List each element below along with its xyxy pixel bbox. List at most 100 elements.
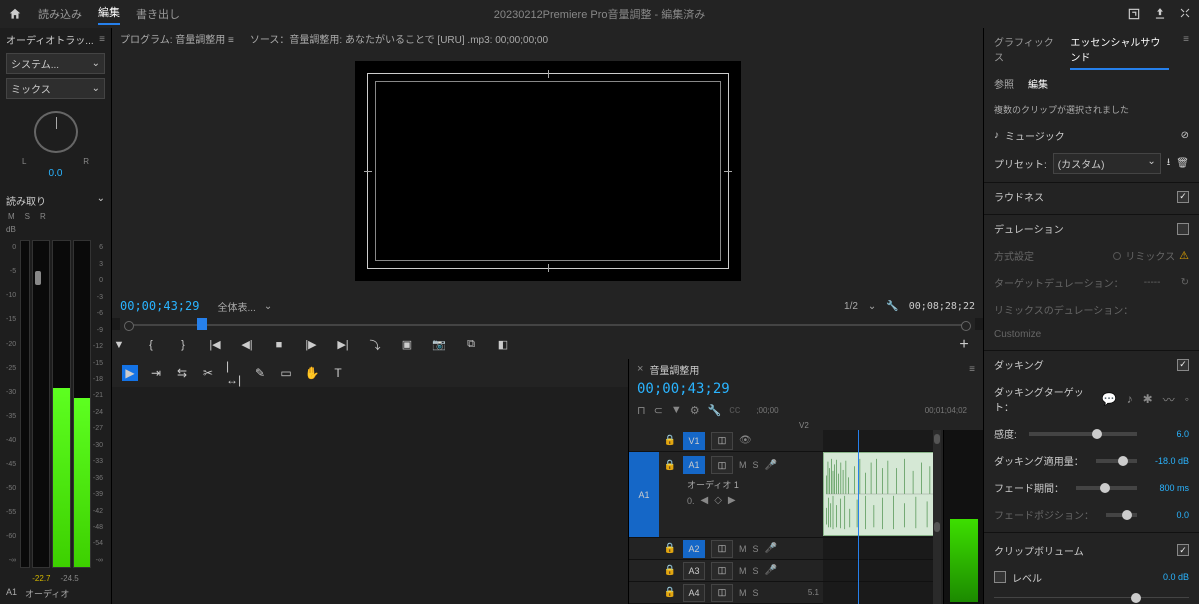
- keyframe-next-icon[interactable]: ▶: [728, 495, 736, 506]
- save-preset-icon[interactable]: ⭳: [1167, 155, 1171, 172]
- lock-icon[interactable]: 🔒: [663, 435, 677, 446]
- solo-button[interactable]: S: [753, 460, 759, 470]
- quick-export-icon[interactable]: [1127, 7, 1141, 21]
- track-audio-tab[interactable]: オーディオ: [25, 587, 69, 600]
- sensitivity-slider[interactable]: [1029, 432, 1137, 436]
- step-back-button[interactable]: ◀|: [240, 338, 254, 352]
- level-slider[interactable]: [994, 597, 1189, 599]
- ducking-section[interactable]: ダッキング: [994, 357, 1044, 372]
- timeline-playhead[interactable]: [858, 430, 859, 604]
- duck-music-icon[interactable]: ♪: [1127, 392, 1133, 406]
- audio-clip[interactable]: [823, 452, 941, 536]
- panel-menu-icon[interactable]: ≡: [99, 34, 105, 45]
- settings-icon[interactable]: ⚙: [690, 404, 700, 417]
- resolution-select[interactable]: 1/2: [844, 301, 858, 312]
- pan-value[interactable]: 0.0: [0, 168, 111, 179]
- step-fwd-button[interactable]: |▶: [304, 338, 318, 352]
- src-patch-a1[interactable]: A1: [629, 452, 659, 537]
- overwrite-button[interactable]: ▣: [400, 338, 414, 352]
- duck-dialogue-icon[interactable]: 💬: [1102, 392, 1117, 406]
- hand-tool[interactable]: ✋: [304, 365, 320, 381]
- duration-section[interactable]: デュレーション: [994, 221, 1064, 236]
- go-to-in-button[interactable]: |◀: [208, 338, 222, 352]
- comparison-button[interactable]: ⧉: [464, 338, 478, 352]
- snap-icon[interactable]: ⊓: [637, 404, 646, 417]
- selection-tool[interactable]: ▶: [122, 365, 138, 381]
- pan-knob[interactable]: [34, 111, 78, 153]
- timeline-timecode[interactable]: 00;00;43;29: [629, 379, 983, 399]
- duck-unassigned-icon[interactable]: ◦: [1185, 392, 1189, 406]
- record-button[interactable]: R: [40, 212, 46, 221]
- toggle-sync-icon[interactable]: ◫: [711, 456, 733, 474]
- toggle-output-icon[interactable]: ◫: [711, 432, 733, 450]
- level-checkbox[interactable]: [994, 571, 1006, 583]
- output-dropdown[interactable]: システム...⌄: [6, 53, 105, 74]
- project-panel[interactable]: [112, 387, 628, 604]
- solo-button[interactable]: S: [25, 212, 30, 221]
- loudness-section[interactable]: ラウドネス: [994, 189, 1044, 204]
- preset-select[interactable]: (カスタム)⌄: [1053, 153, 1161, 174]
- subtab-edit[interactable]: 編集: [1028, 76, 1048, 91]
- program-monitor[interactable]: [112, 48, 983, 294]
- keyframe-prev-icon[interactable]: ◀: [701, 495, 709, 506]
- loudness-checkbox[interactable]: [1177, 191, 1189, 203]
- eye-icon[interactable]: 👁: [739, 435, 752, 446]
- mute-button[interactable]: M: [8, 212, 15, 221]
- mix-dropdown[interactable]: ミックス⌄: [6, 78, 105, 99]
- rectangle-tool[interactable]: ▭: [278, 365, 294, 381]
- workspace-tab-export[interactable]: 書き出し: [136, 6, 180, 22]
- sensitivity-value[interactable]: 6.0: [1149, 429, 1189, 439]
- panel-menu-icon[interactable]: ≡: [1183, 34, 1189, 70]
- scrub-playhead[interactable]: [197, 318, 207, 330]
- linked-selection-icon[interactable]: ⊂: [654, 404, 663, 417]
- lock-icon[interactable]: 🔒: [663, 460, 677, 471]
- track-target-a1[interactable]: A1: [683, 456, 705, 474]
- duck-ambience-icon[interactable]: 〰: [1163, 391, 1175, 408]
- automation-mode[interactable]: 読み取り: [6, 193, 46, 208]
- clip-volume-section[interactable]: クリップボリューム: [994, 543, 1084, 558]
- tab-essential-sound[interactable]: エッセンシャルサウンド: [1070, 34, 1169, 70]
- caption-icon[interactable]: cc: [729, 404, 740, 416]
- track-target-a4[interactable]: A4: [683, 584, 705, 602]
- ripple-tool[interactable]: ⇆: [174, 365, 190, 381]
- duck-amount-slider[interactable]: [1096, 459, 1137, 463]
- share-icon[interactable]: [1153, 7, 1167, 21]
- maximize-icon[interactable]: [1179, 7, 1191, 21]
- program-scrubber[interactable]: [120, 318, 975, 330]
- vertical-scrollbar[interactable]: [933, 430, 941, 604]
- razor-tool[interactable]: ✂: [200, 365, 216, 381]
- keyframe-add-icon[interactable]: ◇: [714, 495, 722, 506]
- fader-track[interactable]: [32, 240, 50, 568]
- go-to-out-button[interactable]: ▶|: [336, 338, 350, 352]
- fade-slider[interactable]: [1076, 486, 1137, 490]
- duration-checkbox[interactable]: [1177, 223, 1189, 235]
- tab-graphics[interactable]: グラフィックス: [994, 34, 1056, 70]
- mark-in-button[interactable]: {: [144, 338, 158, 352]
- type-tool[interactable]: T: [330, 365, 346, 381]
- delete-preset-icon[interactable]: 🗑: [1176, 158, 1189, 169]
- zoom-fit[interactable]: 全体表...: [217, 299, 255, 314]
- subtab-browse[interactable]: 参照: [994, 76, 1014, 91]
- track-target-a2[interactable]: A2: [683, 540, 705, 558]
- clear-type-icon[interactable]: ⊘: [1181, 130, 1189, 141]
- marker-icon[interactable]: ▼: [671, 404, 682, 416]
- playhead-timecode[interactable]: 00;00;43;29: [120, 299, 199, 313]
- lock-icon[interactable]: 🔒: [663, 543, 677, 554]
- fadepos-slider[interactable]: [1106, 513, 1137, 517]
- export-frame-button[interactable]: 📷: [432, 338, 446, 352]
- lock-icon[interactable]: 🔒: [663, 565, 677, 576]
- ducking-checkbox[interactable]: [1177, 359, 1189, 371]
- voice-over-icon[interactable]: 🎤: [765, 460, 777, 471]
- play-button[interactable]: ■: [272, 338, 286, 352]
- refresh-icon[interactable]: ↻: [1181, 277, 1189, 288]
- workspace-tab-edit[interactable]: 編集: [98, 4, 120, 25]
- duck-sfx-icon[interactable]: ✱: [1143, 392, 1153, 406]
- sequence-tab[interactable]: 音量調整用: [649, 362, 699, 377]
- button-editor[interactable]: +: [957, 338, 971, 352]
- panel-menu-icon[interactable]: ≡: [969, 364, 975, 375]
- fader-handle[interactable]: [35, 271, 41, 285]
- mute-button[interactable]: M: [739, 460, 747, 470]
- clip-volume-checkbox[interactable]: [1177, 544, 1189, 556]
- slip-tool[interactable]: |↔|: [226, 365, 242, 381]
- settings-icon[interactable]: 🔧: [886, 301, 898, 312]
